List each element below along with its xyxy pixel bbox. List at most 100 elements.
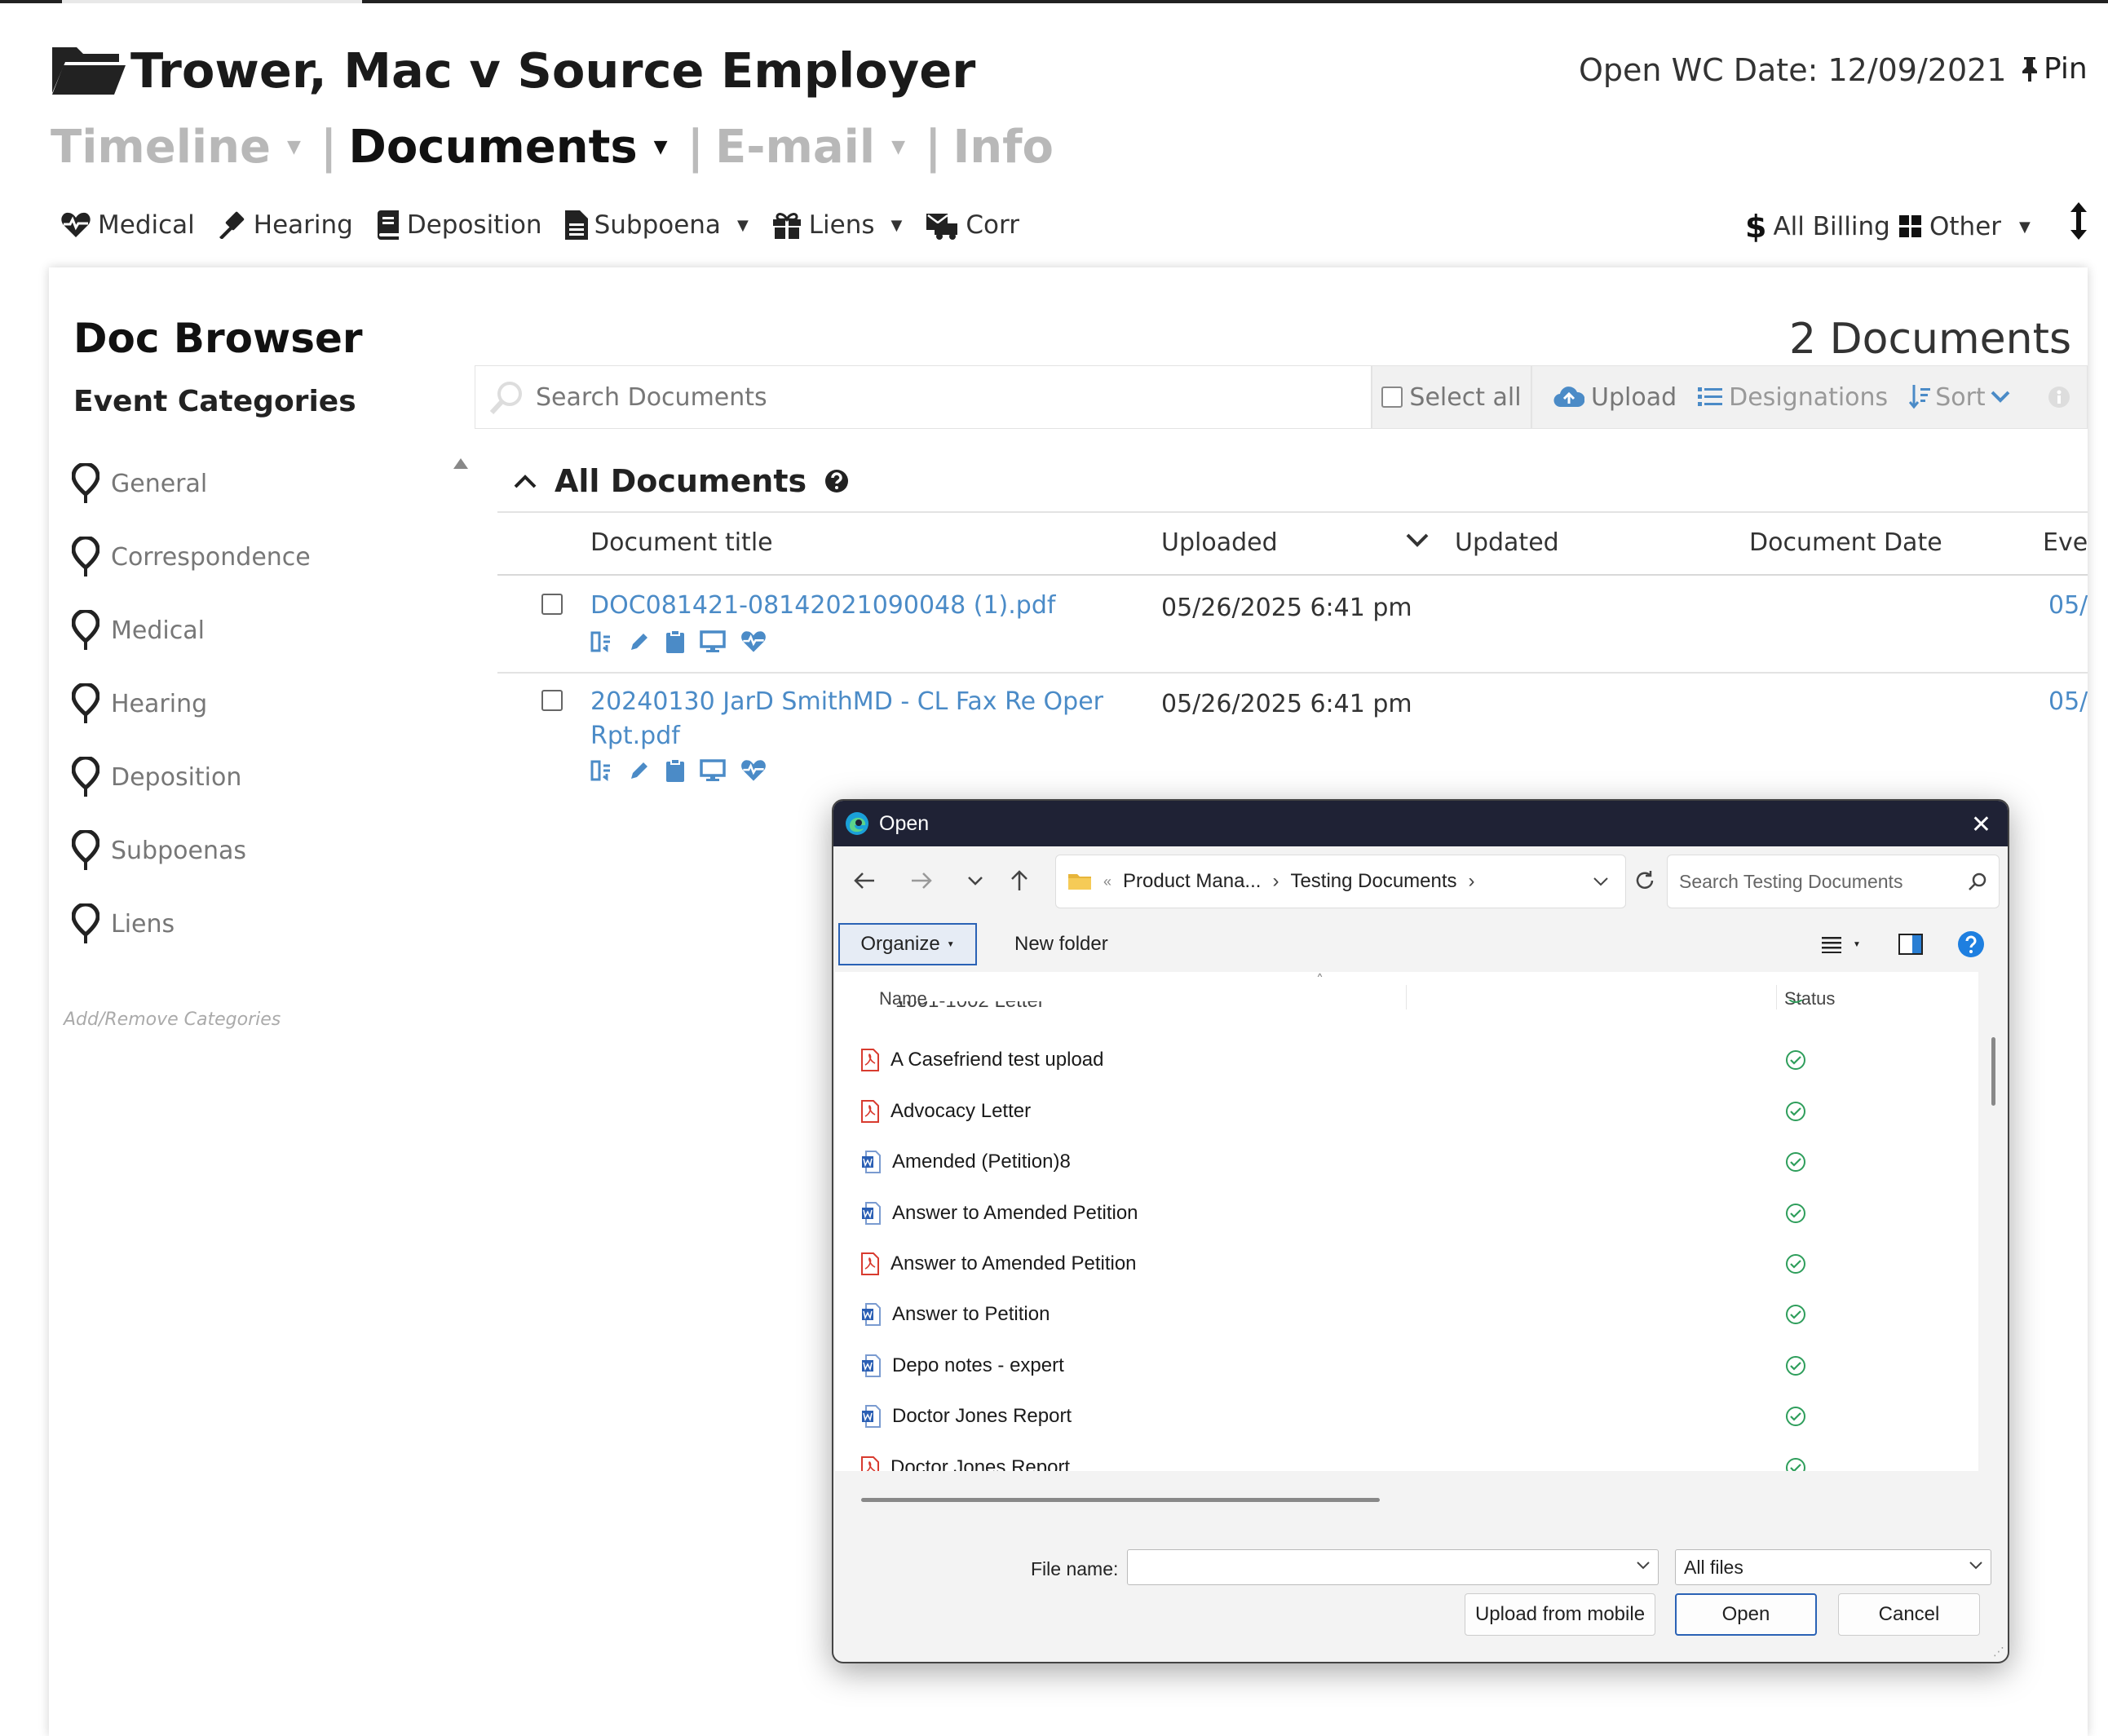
all-billing-button[interactable]: $ All Billing — [1745, 209, 1890, 245]
open-file-dialog: Open ✕ « Product Mana... › Testing Docum… — [832, 799, 2009, 1663]
uploaded-date: 05/26/2025 6:41 pm — [1161, 690, 1412, 718]
tab-documents[interactable]: Documents ▼ — [348, 121, 682, 174]
document-link-continued[interactable]: Rpt.pdf — [590, 719, 680, 753]
heartbeat-icon[interactable] — [740, 759, 767, 782]
designations-button[interactable]: Designations — [1698, 383, 1888, 412]
info-icon[interactable] — [2048, 386, 2070, 409]
tab-email[interactable]: E-mail ▼ — [715, 121, 920, 174]
file-row[interactable]: Depo notes - expert — [861, 1343, 1064, 1389]
preview-pane-icon[interactable] — [1898, 923, 1923, 965]
file-row[interactable]: Advocacy Letter — [861, 1089, 1031, 1134]
address-bar[interactable]: « Product Mana... › Testing Documents › — [1055, 855, 1626, 908]
toolbar-subpoena[interactable]: Subpoena ▼ — [564, 210, 749, 240]
file-row-partial[interactable]: 1001-1002 Letter — [861, 1001, 1045, 1024]
col-updated[interactable]: Updated — [1455, 528, 1559, 557]
file-type-select[interactable]: All files — [1675, 1549, 1991, 1585]
col-document-title[interactable]: Document title — [590, 528, 773, 557]
file-row[interactable]: Amended (Petition)8 — [861, 1139, 1071, 1185]
clipboard-icon[interactable] — [665, 629, 685, 654]
col-uploaded[interactable]: Uploaded — [1161, 528, 1278, 557]
forward-arrow-icon[interactable] — [910, 855, 933, 907]
file-row[interactable]: Doctor Jones Report — [861, 1394, 1072, 1439]
file-row[interactable]: Answer to Petition — [861, 1292, 1050, 1337]
new-folder-button[interactable]: New folder — [1001, 923, 1121, 965]
resize-vertical-icon[interactable] — [2070, 202, 2088, 240]
document-link[interactable]: 20240130 JarD SmithMD - CL Fax Re Oper — [590, 685, 1103, 719]
open-button[interactable]: Open — [1675, 1593, 1817, 1636]
map-marker-icon — [72, 610, 99, 651]
monitor-icon[interactable] — [700, 630, 726, 653]
add-remove-categories-link[interactable]: Add/Remove Categories — [64, 1009, 281, 1030]
file-row[interactable]: Answer to Amended Petition — [861, 1190, 1138, 1236]
pdf-file-icon — [861, 1099, 879, 1123]
file-row[interactable]: Answer to Amended Petition — [861, 1241, 1137, 1287]
event-date-link[interactable]: 05/ — [2048, 685, 2088, 719]
toolbar-medical[interactable]: Medical — [60, 210, 195, 240]
event-link-icon[interactable] — [590, 630, 613, 653]
pencil-icon[interactable] — [628, 630, 651, 653]
category-correspondence[interactable]: Correspondence — [72, 537, 311, 577]
row-checkbox[interactable] — [541, 594, 563, 615]
file-name: Amended (Petition)8 — [892, 1151, 1071, 1173]
organize-button[interactable]: Organize ▼ — [838, 923, 977, 965]
resize-grip-icon[interactable]: ⋰ — [1993, 1645, 2004, 1659]
monitor-icon[interactable] — [700, 759, 726, 782]
cancel-button[interactable]: Cancel — [1838, 1593, 1980, 1636]
category-hearing[interactable]: Hearing — [72, 683, 207, 724]
scroll-up-arrow-icon[interactable] — [453, 458, 468, 469]
dialog-search-input[interactable]: Search Testing Documents — [1679, 871, 1903, 893]
toolbar-liens[interactable]: Liens ▼ — [771, 210, 902, 240]
pencil-icon[interactable] — [628, 759, 651, 782]
file-row[interactable]: Doctor Jones Report — [861, 1445, 1070, 1471]
help-icon[interactable] — [1957, 923, 1985, 965]
upload-button[interactable]: Upload — [1553, 383, 1677, 412]
chevron-down-icon[interactable] — [1406, 533, 1429, 548]
heartbeat-icon[interactable] — [740, 630, 767, 653]
column-status-header[interactable]: Status — [1784, 988, 1835, 1009]
clipboard-icon[interactable] — [665, 758, 685, 783]
file-row[interactable]: A Casefriend test upload — [861, 1037, 1104, 1083]
recent-locations-chevron-icon[interactable] — [967, 855, 983, 907]
address-dropdown-icon[interactable] — [1593, 877, 1609, 886]
category-liens[interactable]: Liens — [72, 903, 175, 944]
all-documents-header[interactable]: All Documents — [514, 463, 849, 499]
toolbar-hearing[interactable]: Hearing — [218, 210, 353, 240]
chevron-down-icon[interactable] — [1637, 1562, 1650, 1570]
vertical-scrollbar[interactable] — [1991, 1037, 1995, 1106]
tab-info[interactable]: Info — [952, 121, 1054, 174]
divider — [497, 511, 2088, 513]
help-circle-icon[interactable] — [824, 469, 849, 493]
horizontal-scrollbar[interactable] — [861, 1498, 1380, 1502]
dialog-search-field[interactable]: Search Testing Documents — [1667, 855, 2000, 908]
refresh-icon[interactable] — [1634, 855, 1655, 907]
category-general[interactable]: General — [72, 463, 207, 504]
other-dropdown[interactable]: Other ▼ — [1898, 209, 2031, 245]
category-subpoenas[interactable]: Subpoenas — [72, 830, 246, 871]
search-documents-input[interactable]: Search Documents — [536, 383, 767, 412]
toolbar-corr[interactable]: Corr — [925, 210, 1019, 240]
event-categories-title: Event Categories — [73, 385, 356, 418]
select-all-checkbox[interactable]: Select all — [1372, 365, 1531, 429]
col-document-date[interactable]: Document Date — [1749, 528, 1942, 557]
toolbar-deposition[interactable]: Deposition — [376, 210, 542, 240]
close-icon[interactable]: ✕ — [1971, 811, 1991, 839]
event-link-icon[interactable] — [590, 759, 613, 782]
sort-button[interactable]: Sort — [1909, 383, 2010, 412]
upload-from-mobile-button[interactable]: Upload from mobile — [1465, 1593, 1655, 1636]
search-documents-field[interactable]: Search Documents — [475, 365, 1372, 429]
sync-status-ok-icon — [1784, 1303, 1807, 1326]
event-date-link[interactable]: 05/ — [2048, 589, 2088, 623]
view-options-button[interactable]: ▼ — [1822, 923, 1861, 965]
breadcrumb-testing-documents[interactable]: Testing Documents — [1290, 870, 1456, 893]
pin-button[interactable]: Pin — [2021, 52, 2088, 86]
file-name-input[interactable] — [1127, 1549, 1659, 1585]
category-medical[interactable]: Medical — [72, 610, 205, 651]
breadcrumb-product-management[interactable]: Product Mana... — [1123, 870, 1261, 893]
document-link[interactable]: DOC081421-08142021090048 (1).pdf — [590, 589, 1055, 623]
category-deposition[interactable]: Deposition — [72, 757, 241, 797]
back-arrow-icon[interactable] — [853, 855, 876, 907]
col-event[interactable]: Ever — [2043, 528, 2088, 557]
tab-timeline[interactable]: Timeline ▼ — [51, 121, 316, 174]
up-arrow-icon[interactable] — [1010, 855, 1029, 907]
row-checkbox[interactable] — [541, 690, 563, 711]
